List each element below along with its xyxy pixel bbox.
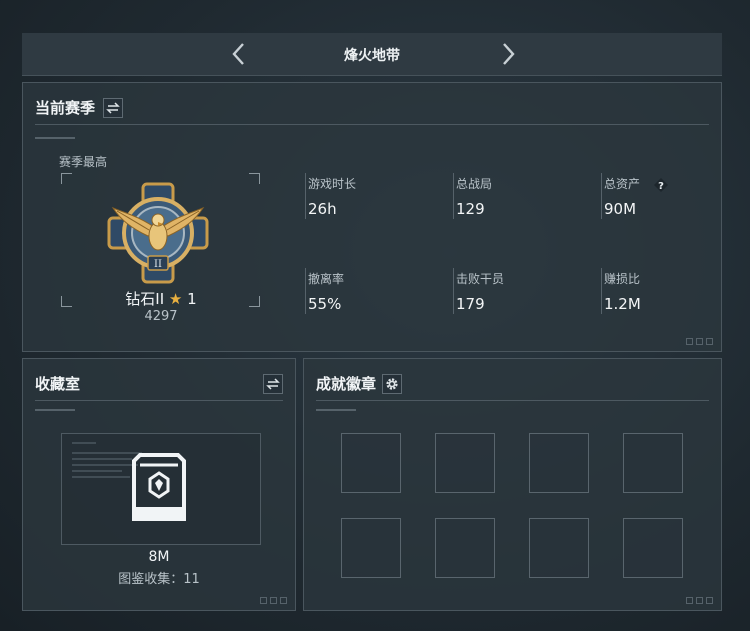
- season-switch-button[interactable]: [103, 98, 123, 118]
- panel-corner-decor: [686, 597, 713, 604]
- achievements-divider: [316, 400, 709, 401]
- stat-label: 赚损比: [604, 272, 641, 286]
- panel-corner-decor: [260, 597, 287, 604]
- badge-slot-8[interactable]: [623, 518, 683, 578]
- svg-text:?: ?: [658, 181, 664, 192]
- diamond-rank-emblem: II: [107, 182, 209, 284]
- swap-icon: [106, 102, 120, 114]
- collection-value: 8M: [148, 549, 170, 565]
- stat-value: 179: [456, 295, 485, 313]
- stat-label: 撤离率: [308, 272, 345, 286]
- collection-panel: 收藏室 8M 图鉴收集：11: [22, 358, 296, 611]
- stat-label: 游戏时长: [308, 177, 357, 191]
- stat-value: 26h: [308, 200, 337, 218]
- stat-total-matches: 总战局 129: [453, 173, 596, 219]
- collection-switch-button[interactable]: [263, 374, 283, 394]
- badge-slot-4[interactable]: [623, 433, 683, 493]
- top-nav-bar: 烽火地带: [22, 33, 722, 76]
- stat-label: 总资产: [604, 177, 641, 191]
- badge-numeral: II: [154, 259, 162, 270]
- badge-slot-3[interactable]: [529, 433, 589, 493]
- stat-total-assets: 总资产 ? 90M: [601, 173, 744, 219]
- question-icon[interactable]: ?: [653, 177, 668, 192]
- stat-play-time: 游戏时长 26h: [305, 173, 448, 219]
- achievements-title: 成就徽章: [316, 375, 377, 393]
- collection-title: 收藏室: [35, 375, 81, 393]
- gear-icon: [386, 378, 398, 390]
- season-title: 当前赛季: [35, 99, 96, 117]
- chevron-right-icon: [503, 43, 515, 65]
- rank-name: 钻石II: [125, 290, 165, 308]
- badge-slot-7[interactable]: [529, 518, 589, 578]
- frame-corner: [249, 173, 260, 184]
- swap-icon: [266, 378, 280, 390]
- decor-line: [35, 137, 75, 139]
- stat-value: 129: [456, 200, 485, 218]
- badge-slot-5[interactable]: [341, 518, 401, 578]
- season-divider: [35, 124, 709, 125]
- rank-star-count: 1: [187, 290, 197, 308]
- next-mode-button[interactable]: [492, 39, 522, 69]
- season-panel: 当前赛季 赛季最高 II 钻石II ★ 1 4297 游戏时长 26h 总战局 …: [22, 82, 722, 352]
- achievements-settings-button[interactable]: [382, 374, 402, 394]
- collection-count: 图鉴收集：11: [118, 572, 200, 587]
- stat-operators-defeated: 击败干员 179: [453, 268, 596, 314]
- stat-extraction-rate: 撤离率 55%: [305, 268, 448, 314]
- collection-divider: [35, 400, 283, 401]
- stat-value: 1.2M: [604, 295, 641, 313]
- decor-line: [35, 409, 75, 411]
- stat-value: 90M: [604, 200, 637, 218]
- season-best-label: 赛季最高: [59, 155, 108, 169]
- mode-title: 烽火地带: [344, 48, 400, 64]
- rank-score: 4297: [144, 309, 178, 324]
- stat-label: 总战局: [456, 177, 493, 191]
- rank-badge: II: [103, 178, 213, 288]
- achievements-panel: 成就徽章: [303, 358, 722, 611]
- stat-label-row: 总资产 ?: [604, 175, 744, 192]
- star-icon: ★: [168, 290, 183, 308]
- badge-slot-1[interactable]: [341, 433, 401, 493]
- badge-slot-6[interactable]: [435, 518, 495, 578]
- frame-corner: [61, 173, 72, 184]
- panel-corner-decor: [686, 338, 713, 345]
- decor-line: [316, 409, 356, 411]
- display-case-icon: [130, 453, 188, 523]
- rank-title: 钻石II ★ 1: [61, 288, 261, 309]
- stat-value: 55%: [308, 295, 342, 313]
- stat-label: 击败干员: [456, 272, 505, 286]
- badge-slot-2[interactable]: [435, 433, 495, 493]
- stat-profit-loss-ratio: 赚损比 1.2M: [601, 268, 744, 314]
